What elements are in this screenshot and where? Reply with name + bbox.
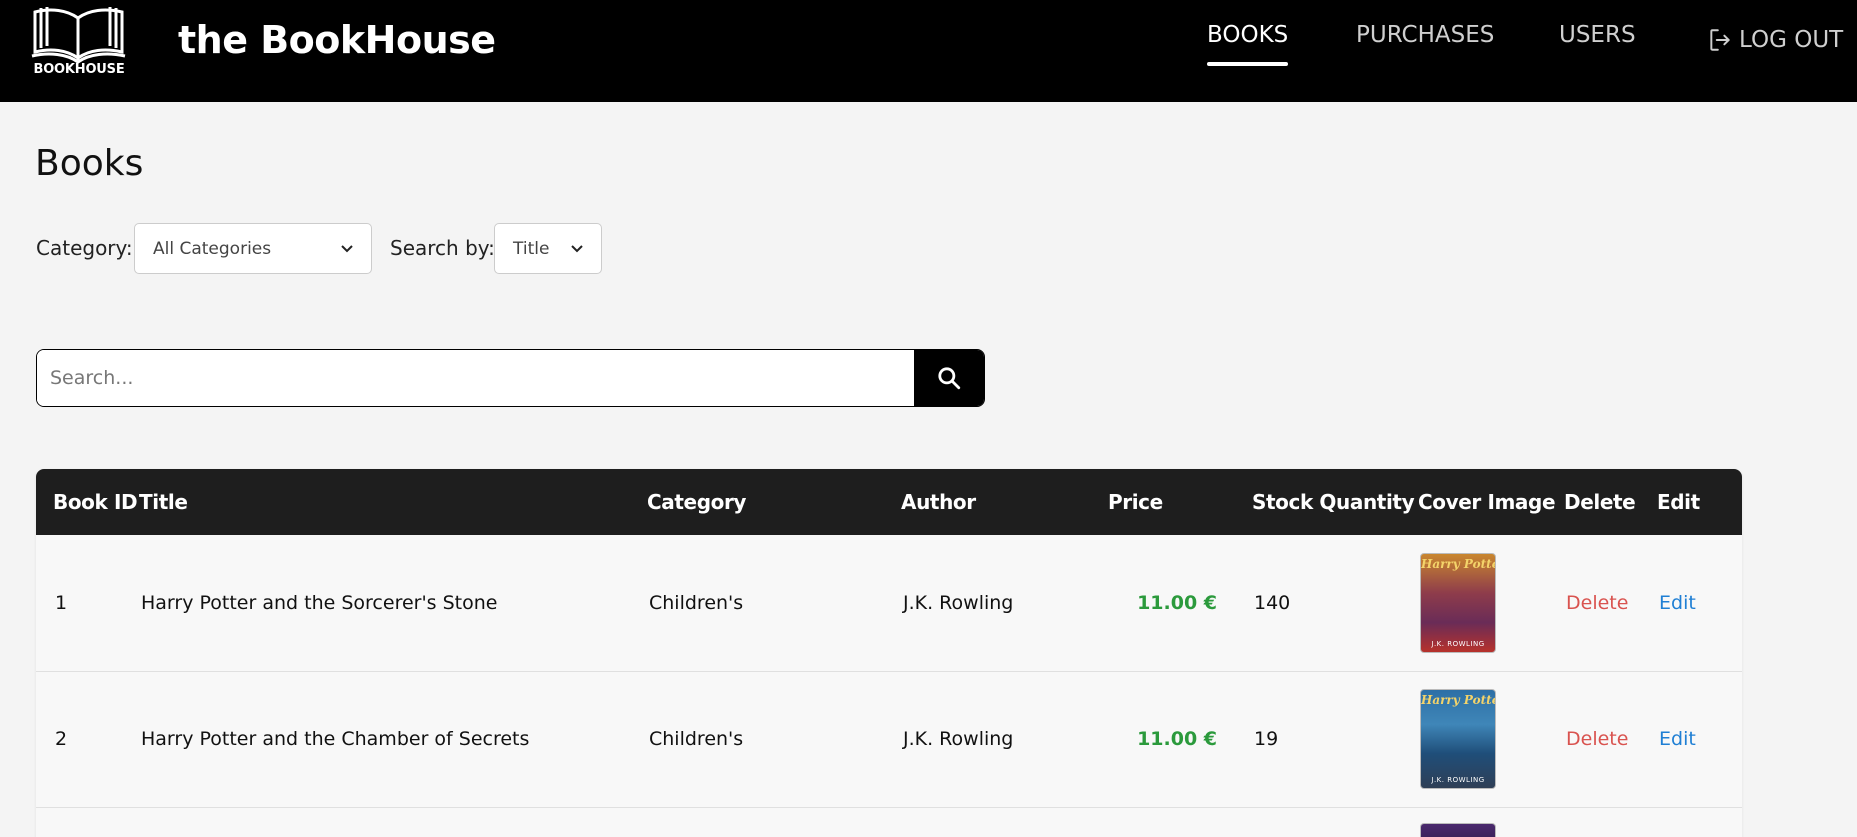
- search-icon: [938, 367, 961, 390]
- cell-author: J.K. Rowling: [903, 591, 1014, 614]
- delete-link[interactable]: Delete: [1547, 535, 1640, 671]
- category-select-value: All Categories: [153, 238, 272, 259]
- edit-link[interactable]: Edit: [1640, 535, 1742, 671]
- table-row: 1 Harry Potter and the Sorcerer's Stone …: [36, 535, 1742, 671]
- nav-purchases[interactable]: PURCHASES: [1356, 22, 1494, 48]
- search-input[interactable]: [37, 350, 914, 406]
- nav-books[interactable]: BOOKS: [1207, 22, 1289, 66]
- col-header-author[interactable]: Author: [884, 469, 1091, 535]
- cell-cover: [1401, 807, 1547, 837]
- col-header-cover: Cover Image: [1418, 490, 1556, 514]
- cell-category: Children's: [649, 591, 744, 614]
- searchby-select[interactable]: Title: [494, 223, 602, 274]
- table-row: 2 Harry Potter and the Chamber of Secret…: [36, 671, 1742, 807]
- logo-text: BOOKHOUSE: [33, 62, 125, 77]
- page-title: Books: [35, 143, 144, 184]
- cell-book-id: 1: [55, 591, 68, 614]
- search-button[interactable]: [914, 350, 984, 406]
- open-book-icon: [31, 7, 126, 64]
- cell-title: Harry Potter and the Chamber of Secrets: [141, 728, 530, 750]
- search-bar: [36, 349, 985, 407]
- col-header-book-id[interactable]: Book ID: [36, 469, 138, 535]
- books-table: Book ID Title Category Author Price Stoc…: [36, 469, 1742, 837]
- col-header-price[interactable]: Price: [1091, 469, 1235, 535]
- book-cover-image[interactable]: Harry Potter J.K. ROWLING: [1420, 552, 1496, 653]
- brand-name[interactable]: the BookHouse: [178, 18, 496, 62]
- cover-author: J.K. ROWLING: [1431, 639, 1485, 648]
- col-header-edit: Edit: [1657, 490, 1700, 514]
- logout-label: LOG OUT: [1739, 27, 1844, 53]
- col-header-stock[interactable]: Stock Quantity: [1235, 469, 1415, 535]
- book-cover-image[interactable]: [1420, 822, 1496, 837]
- cell-book-id: 2: [55, 728, 68, 750]
- cover-title: Harry Potter: [1421, 693, 1495, 707]
- top-navbar: BOOKHOUSE the BookHouse BOOKS PURCHASES …: [0, 0, 1857, 102]
- cell-cover: Harry Potter J.K. ROWLING: [1401, 535, 1547, 671]
- chevron-down-icon: [571, 241, 583, 257]
- cell-title: Harry Potter and the Sorcerer's Stone: [141, 591, 498, 614]
- col-header-category[interactable]: Category: [630, 469, 884, 535]
- cell-price: 11.00 €: [1137, 728, 1217, 750]
- edit-link[interactable]: Edit: [1640, 671, 1742, 807]
- delete-link[interactable]: Delete: [1547, 671, 1640, 807]
- logout-icon: [1710, 29, 1730, 51]
- col-header-title[interactable]: Title: [122, 469, 630, 535]
- col-header-delete: Delete: [1564, 490, 1636, 514]
- category-select[interactable]: All Categories: [134, 223, 372, 274]
- chevron-down-icon: [341, 241, 353, 257]
- cell-category: Children's: [649, 728, 744, 750]
- searchby-select-value: Title: [513, 238, 550, 259]
- cell-author: J.K. Rowling: [903, 728, 1014, 750]
- cover-author: J.K. ROWLING: [1431, 776, 1485, 784]
- cell-stock: 140: [1254, 591, 1291, 614]
- cover-title: Harry Potter: [1421, 556, 1495, 571]
- nav-users[interactable]: USERS: [1559, 22, 1636, 48]
- table-header-row: Book ID Title Category Author Price Stoc…: [36, 469, 1742, 535]
- cell-price: 11.00 €: [1137, 591, 1217, 614]
- book-cover-image[interactable]: Harry Potter J.K. ROWLING: [1420, 689, 1496, 789]
- searchby-label: Search by:: [390, 236, 495, 260]
- cell-cover: Harry Potter J.K. ROWLING: [1401, 671, 1547, 807]
- category-label: Category:: [36, 236, 133, 260]
- logout-button[interactable]: LOG OUT: [1707, 25, 1843, 55]
- cell-stock: 19: [1254, 728, 1279, 750]
- table-row-partial: [36, 807, 1742, 837]
